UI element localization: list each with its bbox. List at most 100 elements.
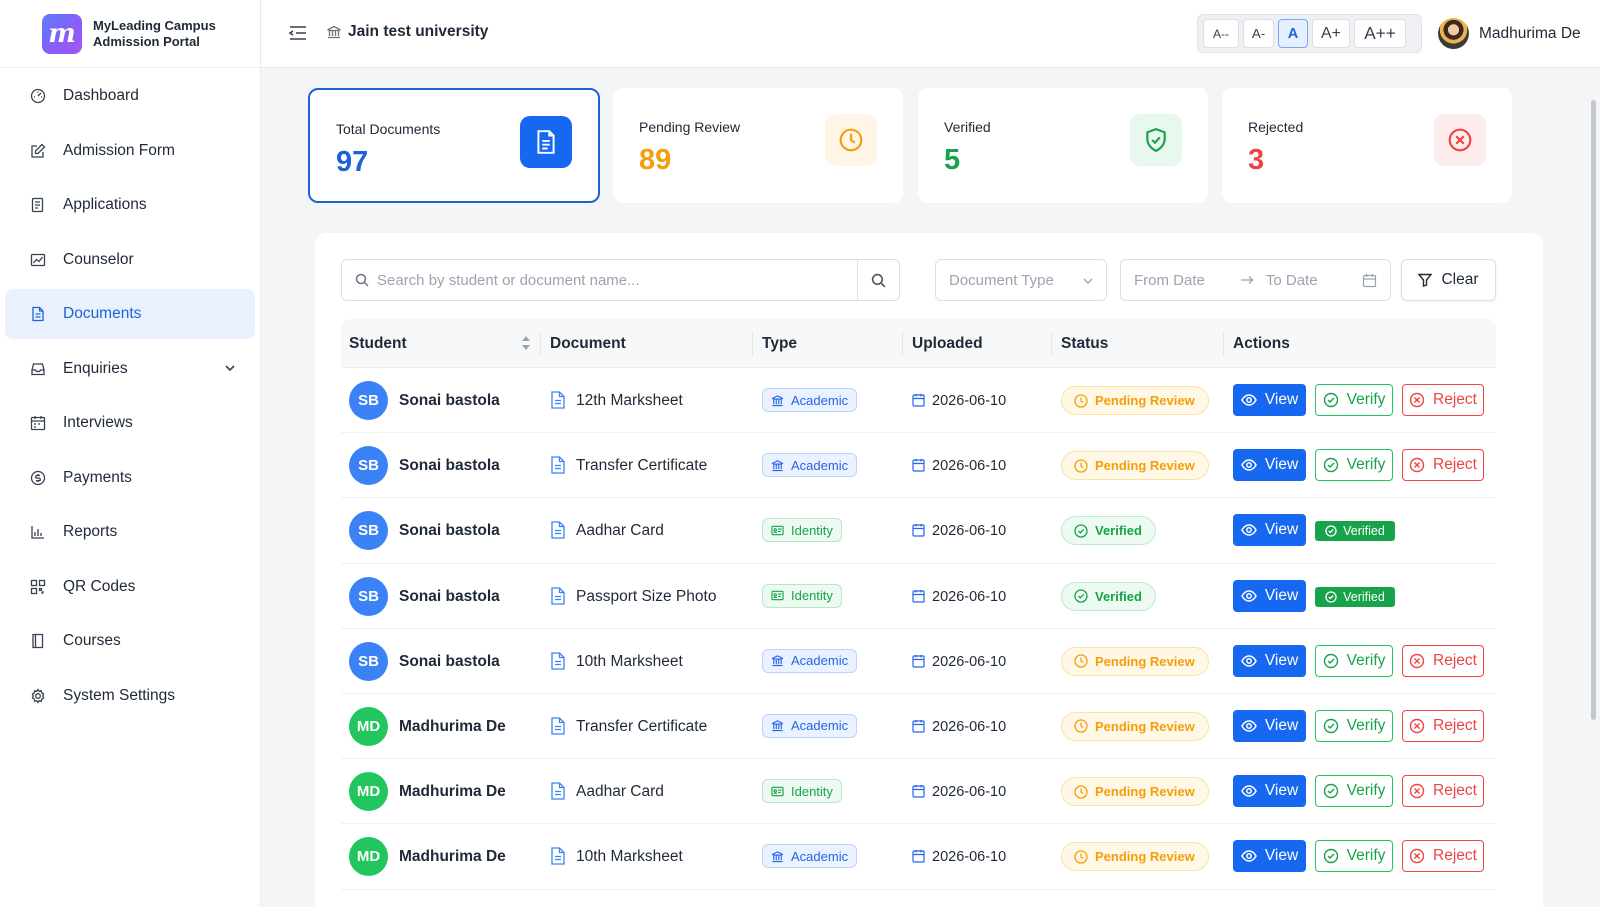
- sidebar-item-admission-form[interactable]: Admission Form: [5, 126, 255, 176]
- view-button[interactable]: View: [1233, 384, 1306, 416]
- x-circle-icon: [1409, 718, 1425, 734]
- column-actions: Actions: [1233, 335, 1290, 352]
- x-circle-icon: [1409, 457, 1425, 473]
- view-label: View: [1264, 391, 1299, 408]
- app-logo: m: [42, 13, 82, 54]
- clear-filters-button[interactable]: Clear: [1401, 259, 1496, 301]
- sidebar-item-reports[interactable]: Reports: [5, 507, 255, 557]
- verify-button[interactable]: Verify: [1315, 644, 1393, 677]
- status-label: Pending Review: [1095, 849, 1195, 865]
- search-box[interactable]: Search by student or document name...: [341, 259, 900, 301]
- sidebar-item-counselor[interactable]: Counselor: [5, 235, 255, 285]
- student-name: Madhurima De: [399, 783, 506, 801]
- search-button[interactable]: [857, 260, 899, 300]
- document-icon: [551, 652, 565, 670]
- sidebar-item-label: Counselor: [63, 250, 134, 268]
- stat-card-total-documents[interactable]: Total Documents 97: [308, 88, 600, 203]
- clock-icon: [1074, 719, 1088, 734]
- sidebar-item-label: Reports: [63, 523, 118, 540]
- uploaded-date: 2026-06-10: [932, 784, 1007, 801]
- document-name: Transfer Certificate: [576, 457, 708, 475]
- document-type-badge: Academic: [762, 648, 858, 673]
- sidebar-item-qr-codes[interactable]: QR Codes: [5, 562, 255, 612]
- filter-icon: [1418, 273, 1433, 287]
- reject-button[interactable]: Reject: [1402, 840, 1484, 873]
- verify-button[interactable]: Verify: [1315, 449, 1393, 482]
- menu-toggle-icon[interactable]: [288, 23, 308, 43]
- sidebar-item-payments[interactable]: Payments: [5, 453, 255, 503]
- verify-button[interactable]: Verify: [1315, 709, 1393, 742]
- search-input[interactable]: Search by student or document name...: [377, 272, 857, 289]
- sidebar-nav: Dashboard Admission Form Applications Couns…: [0, 68, 260, 721]
- stat-card-rejected[interactable]: Rejected 3: [1222, 88, 1512, 203]
- sidebar-item-label: Enquiries: [63, 359, 128, 377]
- view-button[interactable]: View: [1233, 709, 1306, 742]
- sidebar-item-applications[interactable]: Applications: [5, 180, 255, 230]
- reject-button[interactable]: Reject: [1402, 644, 1484, 677]
- sidebar-item-dashboard[interactable]: Dashboard: [5, 71, 255, 121]
- brand[interactable]: m MyLeading Campus Admission Portal: [0, 0, 260, 68]
- reject-button[interactable]: Reject: [1402, 775, 1484, 808]
- view-button[interactable]: View: [1233, 840, 1306, 873]
- font-size-button[interactable]: A--: [1203, 19, 1239, 48]
- page-scrollbar[interactable]: [1591, 100, 1596, 720]
- verify-button[interactable]: Verify: [1315, 775, 1393, 808]
- eye-icon: [1240, 589, 1257, 602]
- stat-card-pending-review[interactable]: Pending Review 89: [613, 88, 903, 203]
- font-size-button[interactable]: A: [1278, 19, 1308, 48]
- font-size-button[interactable]: A-: [1243, 19, 1274, 48]
- sidebar-item-interviews[interactable]: Interviews: [5, 398, 255, 448]
- verify-button[interactable]: Verify: [1315, 384, 1393, 416]
- view-button[interactable]: View: [1233, 775, 1306, 808]
- clock-icon: [1074, 393, 1088, 408]
- font-size-button[interactable]: A+: [1312, 19, 1350, 48]
- column-student[interactable]: Student: [349, 335, 407, 353]
- view-button[interactable]: View: [1233, 449, 1306, 482]
- document-type-badge: Academic: [762, 713, 858, 738]
- uploaded-date: 2026-06-10: [932, 849, 1007, 866]
- from-date-input[interactable]: From Date: [1134, 272, 1205, 289]
- check-circle-icon: [1323, 457, 1338, 473]
- qr-code-icon: [30, 579, 46, 595]
- stat-value: 89: [639, 144, 672, 176]
- stat-card-verified[interactable]: Verified 5: [918, 88, 1208, 203]
- sidebar-item-system-settings[interactable]: System Settings: [5, 671, 255, 721]
- view-button[interactable]: View: [1233, 644, 1306, 677]
- reject-button[interactable]: Reject: [1402, 449, 1484, 482]
- stat-value: 97: [336, 146, 369, 178]
- user-name: Madhurima De: [1479, 24, 1581, 42]
- check-circle-icon: [1323, 783, 1338, 799]
- student-name: Sonai bastola: [399, 587, 500, 605]
- document-icon: [551, 521, 565, 540]
- font-size-switcher: A-- A- A A+ A++: [1197, 14, 1422, 53]
- column-document: Document: [550, 335, 626, 352]
- file-list-icon: [30, 197, 46, 213]
- chevron-down-icon: [1083, 278, 1093, 284]
- view-button[interactable]: View: [1233, 579, 1306, 612]
- uploaded-date: 2026-06-10: [932, 393, 1007, 409]
- date-range-picker[interactable]: From Date To Date: [1120, 259, 1391, 301]
- reject-label: Reject: [1433, 391, 1477, 408]
- document-type-badge: Academic: [762, 844, 858, 869]
- verify-button[interactable]: Verify: [1315, 840, 1393, 873]
- sidebar-item-enquiries[interactable]: Enquiries: [5, 344, 255, 394]
- sidebar-item-courses[interactable]: Courses: [5, 616, 255, 666]
- institution-icon: [771, 655, 784, 667]
- document-name: Transfer Certificate: [576, 717, 708, 735]
- font-size-button[interactable]: A++: [1354, 19, 1406, 48]
- status-badge: Pending Review: [1061, 777, 1209, 807]
- sort-icon[interactable]: [521, 334, 531, 352]
- document-type-label: Identity: [791, 783, 833, 799]
- sidebar-item-label: Documents: [63, 305, 142, 322]
- document-type-select[interactable]: Document Type: [935, 259, 1107, 301]
- to-date-input[interactable]: To Date: [1266, 272, 1318, 289]
- column-type: Type: [762, 335, 798, 352]
- sidebar-item-documents[interactable]: Documents: [5, 289, 255, 339]
- reject-button[interactable]: Reject: [1402, 384, 1484, 416]
- reject-button[interactable]: Reject: [1402, 709, 1484, 742]
- calendar-icon: [912, 654, 925, 668]
- view-button[interactable]: View: [1233, 514, 1306, 547]
- user-menu[interactable]: Madhurima De: [1438, 18, 1581, 49]
- x-circle-icon: [1409, 783, 1425, 799]
- chevron-down-icon[interactable]: [223, 361, 237, 375]
